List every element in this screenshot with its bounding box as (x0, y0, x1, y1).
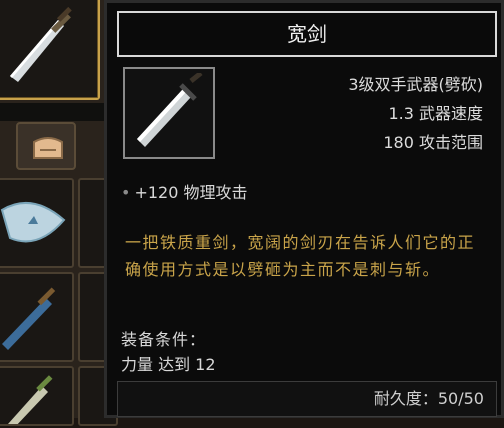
sword-icon (8, 375, 53, 428)
scroll-icon (0, 202, 66, 243)
inventory-divider (0, 103, 110, 121)
weapon-speed: 1.3 武器速度 (388, 104, 483, 123)
inventory-slot[interactable] (0, 272, 74, 362)
physical-attack-value: +120 物理攻击 (134, 183, 248, 202)
inventory-panel (0, 0, 118, 428)
bag-icon (33, 137, 63, 159)
item-name: 宽剑 (287, 22, 327, 46)
stat-bonus: • +120 物理攻击 (121, 179, 247, 203)
item-description: 一把铁质重剑，宽阔的剑刃在告诉人们它的正确使用方式是以劈砸为主而不是刺与斩。 (125, 233, 476, 279)
weapon-type: 3级双手武器(劈砍) (348, 75, 483, 94)
durability-bar: 耐久度：50/50 (117, 381, 497, 417)
inventory-slot-selected[interactable] (0, 0, 100, 100)
durability-text: 耐久度：50/50 (373, 389, 484, 408)
bag-tab[interactable] (16, 122, 76, 170)
attack-range: 180 攻击范围 (383, 133, 483, 152)
requirements-value: 力量 达到 12 (121, 355, 216, 374)
item-icon-frame (123, 67, 215, 159)
inventory-slot[interactable] (0, 178, 74, 268)
tooltip-title-bar: 宽剑 (117, 11, 497, 57)
sword-icon (10, 6, 72, 82)
item-tooltip: 宽剑 3级双手武器(劈砍) 1.3 武器速度 180 攻击范围 • +120 物理… (104, 0, 504, 418)
requirements-label: 装备条件： (121, 330, 207, 349)
bullet-icon: • (121, 183, 131, 202)
sword-icon (137, 73, 203, 147)
inventory-slot[interactable] (0, 366, 74, 428)
sword-icon (2, 287, 56, 350)
